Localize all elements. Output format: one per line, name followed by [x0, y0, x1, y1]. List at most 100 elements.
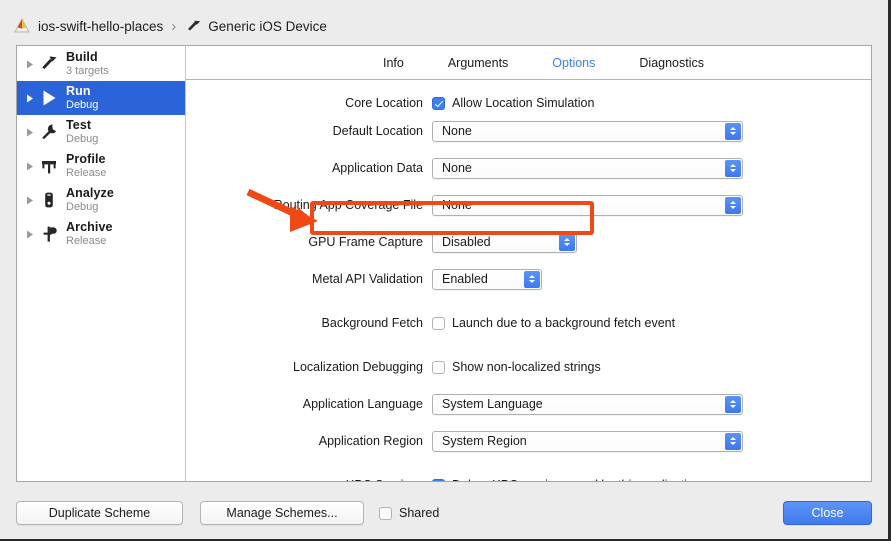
checkbox-label: Show non-localized strings: [452, 360, 601, 374]
application-data-value: None: [433, 161, 472, 175]
routing-app-coverage-popup[interactable]: None: [432, 195, 743, 216]
sidebar-item-text: Analyze Debug: [66, 187, 114, 214]
scheme-actions-sidebar: Build 3 targets Run Debug: [17, 46, 186, 481]
sidebar-item-text: Run Debug: [66, 85, 98, 112]
row-core-location: Core Location Allow Location Simulation: [186, 90, 871, 116]
sidebar-item-subtitle: Release: [66, 168, 106, 180]
sidebar-item-profile[interactable]: Profile Release: [17, 149, 185, 183]
row-application-language: Application Language System Language: [186, 391, 871, 417]
sidebar-item-subtitle: Debug: [66, 134, 98, 146]
label-core-location: Core Location: [186, 96, 432, 110]
stepper-arrows-icon[interactable]: [725, 396, 741, 413]
stepper-arrows-icon[interactable]: [559, 234, 575, 251]
breadcrumb-destination[interactable]: Generic iOS Device: [208, 19, 327, 34]
tab-bar: Info Arguments Options Diagnostics: [186, 46, 871, 80]
row-application-data: Application Data None: [186, 155, 871, 181]
disclosure-triangle-icon[interactable]: [23, 196, 37, 205]
archive-icon: [37, 224, 61, 244]
sidebar-item-subtitle: Debug: [66, 202, 114, 214]
sidebar-item-title: Profile: [66, 153, 106, 166]
gpu-frame-capture-popup[interactable]: Disabled: [432, 232, 577, 253]
sidebar-item-title: Test: [66, 119, 98, 132]
row-metal-api-validation: Metal API Validation Enabled: [186, 266, 871, 292]
label-background-fetch: Background Fetch: [186, 316, 432, 330]
application-data-popup[interactable]: None: [432, 158, 743, 179]
sidebar-item-build[interactable]: Build 3 targets: [17, 47, 185, 81]
application-language-popup[interactable]: System Language: [432, 394, 743, 415]
stepper-arrows-icon[interactable]: [725, 433, 741, 450]
manage-schemes-button[interactable]: Manage Schemes...: [200, 501, 364, 525]
default-location-value: None: [433, 124, 472, 138]
label-localization-debugging: Localization Debugging: [186, 360, 432, 374]
breadcrumb-project[interactable]: ios-swift-hello-places: [38, 19, 163, 34]
allow-location-simulation-checkbox[interactable]: Allow Location Simulation: [432, 96, 594, 110]
localization-debugging-checkbox[interactable]: Show non-localized strings: [432, 360, 601, 374]
generic-device-icon: [184, 18, 202, 36]
checkbox-box: [432, 361, 445, 374]
application-language-value: System Language: [433, 397, 543, 411]
sidebar-item-subtitle: Release: [66, 236, 113, 248]
sidebar-item-run[interactable]: Run Debug: [17, 81, 185, 115]
stepper-arrows-icon[interactable]: [524, 271, 540, 288]
tab-diagnostics[interactable]: Diagnostics: [639, 56, 704, 70]
duplicate-scheme-button[interactable]: Duplicate Scheme: [16, 501, 183, 525]
checkbox-label: Allow Location Simulation: [452, 96, 594, 110]
sidebar-item-archive[interactable]: Archive Release: [17, 217, 185, 251]
label-metal-api-validation: Metal API Validation: [186, 272, 432, 286]
checkbox-label: Launch due to a background fetch event: [452, 316, 675, 330]
shared-checkbox[interactable]: Shared: [379, 506, 439, 520]
close-button[interactable]: Close: [783, 501, 872, 525]
scheme-panel: Build 3 targets Run Debug: [16, 45, 872, 482]
stepper-arrows-icon[interactable]: [725, 160, 741, 177]
row-application-region: Application Region System Region: [186, 428, 871, 454]
tab-options[interactable]: Options: [552, 56, 595, 70]
disclosure-triangle-icon[interactable]: [23, 128, 37, 137]
scheme-editor-window: ios-swift-hello-places › Generic iOS Dev…: [0, 0, 891, 541]
stepper-arrows-icon[interactable]: [725, 123, 741, 140]
sidebar-item-analyze[interactable]: Analyze Debug: [17, 183, 185, 217]
disclosure-triangle-icon[interactable]: [23, 94, 37, 103]
tab-info[interactable]: Info: [383, 56, 404, 70]
default-location-popup[interactable]: None: [432, 121, 743, 142]
breadcrumb: ios-swift-hello-places › Generic iOS Dev…: [12, 15, 327, 37]
options-pane: Info Arguments Options Diagnostics Core …: [186, 46, 871, 481]
microscope-icon: [37, 190, 61, 210]
stepper-arrows-icon[interactable]: [725, 197, 741, 214]
row-localization-debugging: Localization Debugging Show non-localize…: [186, 354, 871, 380]
options-form: Core Location Allow Location Simulation …: [186, 80, 871, 482]
row-background-fetch: Background Fetch Launch due to a backgro…: [186, 310, 871, 336]
sidebar-item-text: Archive Release: [66, 221, 113, 248]
sidebar-item-text: Profile Release: [66, 153, 106, 180]
gauge-icon: [37, 156, 61, 176]
sidebar-item-title: Analyze: [66, 187, 114, 200]
play-icon: [37, 88, 61, 108]
xcode-hammer-icon: [12, 16, 32, 36]
sidebar-item-test[interactable]: Test Debug: [17, 115, 185, 149]
dialog-footer: Duplicate Scheme Manage Schemes... Share…: [0, 482, 888, 539]
disclosure-triangle-icon[interactable]: [23, 230, 37, 239]
background-fetch-checkbox[interactable]: Launch due to a background fetch event: [432, 316, 675, 330]
sidebar-item-title: Archive: [66, 221, 113, 234]
application-region-popup[interactable]: System Region: [432, 431, 743, 452]
wrench-icon: [37, 122, 61, 142]
row-routing-app-coverage: Routing App Coverage File None: [186, 192, 871, 218]
label-gpu-frame-capture: GPU Frame Capture: [186, 235, 432, 249]
application-region-value: System Region: [433, 434, 527, 448]
metal-api-validation-popup[interactable]: Enabled: [432, 269, 542, 290]
disclosure-triangle-icon[interactable]: [23, 162, 37, 171]
label-application-language: Application Language: [186, 397, 432, 411]
sidebar-item-text: Build 3 targets: [66, 51, 109, 78]
sidebar-item-subtitle: Debug: [66, 100, 98, 112]
sidebar-item-subtitle: 3 targets: [66, 66, 109, 78]
label-application-region: Application Region: [186, 434, 432, 448]
checkbox-box: [379, 507, 392, 520]
metal-api-validation-value: Enabled: [433, 272, 488, 286]
gpu-frame-capture-value: Disabled: [433, 235, 491, 249]
tab-arguments[interactable]: Arguments: [448, 56, 508, 70]
sidebar-item-title: Build: [66, 51, 109, 64]
label-default-location: Default Location: [186, 124, 432, 138]
row-gpu-frame-capture: GPU Frame Capture Disabled: [186, 229, 871, 255]
checkbox-box: [432, 317, 445, 330]
checkbox-label: Shared: [399, 506, 439, 520]
disclosure-triangle-icon[interactable]: [23, 60, 37, 69]
